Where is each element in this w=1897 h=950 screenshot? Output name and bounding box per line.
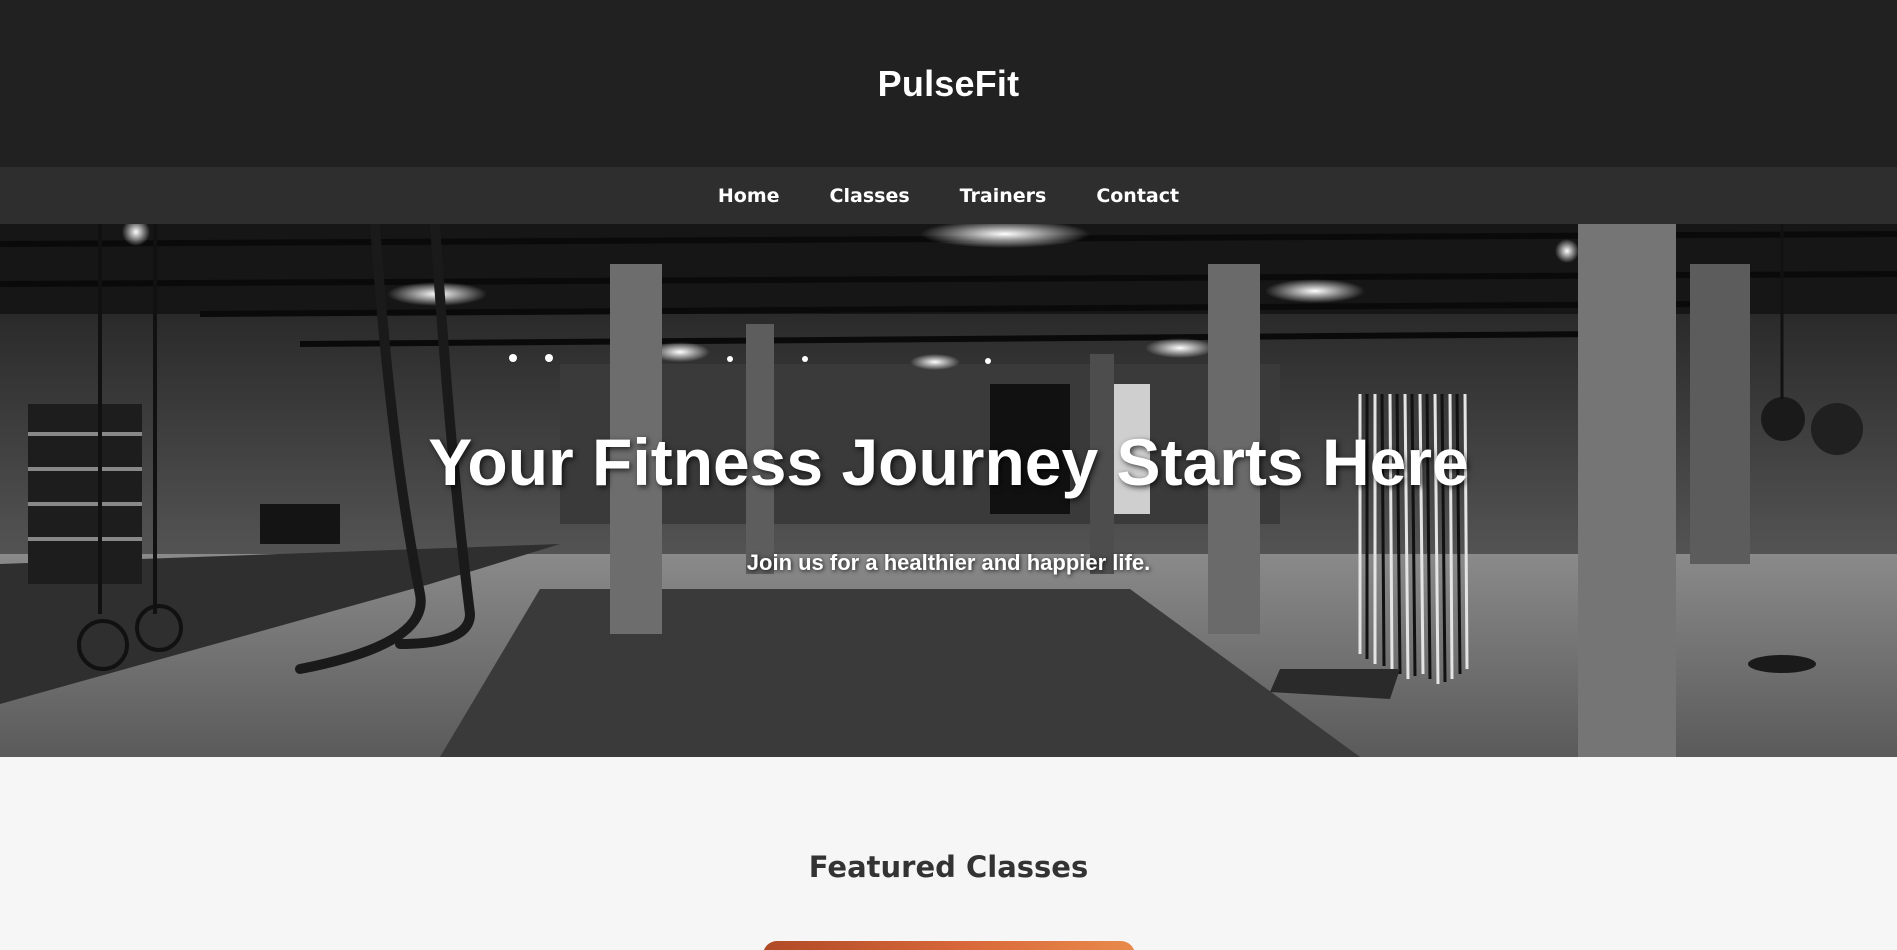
- class-card[interactable]: [763, 941, 1135, 950]
- nav-trainers[interactable]: Trainers: [960, 185, 1047, 207]
- section-title: Featured Classes: [808, 850, 1089, 884]
- nav-home[interactable]: Home: [718, 185, 780, 207]
- hero-subtitle: Join us for a healthier and happier life…: [746, 550, 1151, 575]
- featured-classes-section: Featured Classes: [0, 757, 1897, 950]
- site-header: PulseFit: [0, 0, 1897, 167]
- nav-contact[interactable]: Contact: [1096, 185, 1179, 207]
- hero-banner: Your Fitness Journey Starts Here Join us…: [0, 224, 1897, 757]
- nav-classes[interactable]: Classes: [830, 185, 910, 207]
- brand-title[interactable]: PulseFit: [878, 63, 1020, 105]
- main-nav: Home Classes Trainers Contact: [0, 167, 1897, 224]
- hero-title: Your Fitness Journey Starts Here: [428, 425, 1469, 499]
